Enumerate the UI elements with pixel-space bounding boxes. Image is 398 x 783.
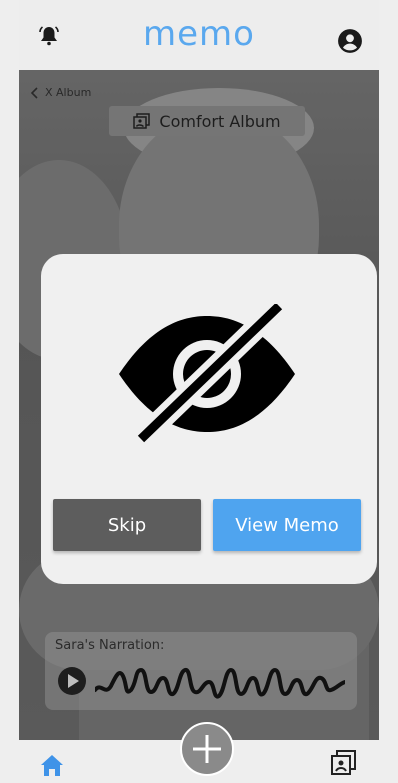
app-header: memo — [19, 0, 379, 70]
hidden-memo-dialog: Skip View Memo — [41, 254, 377, 584]
add-memo-button[interactable] — [180, 722, 234, 776]
albums-icon[interactable] — [329, 748, 359, 778]
play-icon[interactable] — [57, 666, 87, 696]
app-screen: memo X Album Comfort Album Skip View Mem… — [19, 0, 379, 783]
eye-slash-icon — [119, 304, 295, 444]
narration-panel: Sara's Narration: — [45, 632, 357, 710]
left-gutter — [0, 0, 19, 783]
right-gutter — [379, 0, 398, 783]
home-icon[interactable] — [39, 752, 65, 778]
view-memo-button[interactable]: View Memo — [213, 499, 361, 551]
skip-button[interactable]: Skip — [53, 499, 201, 551]
app-logo: memo — [143, 14, 255, 54]
plus-icon — [193, 735, 221, 763]
waveform-icon — [95, 668, 345, 699]
narration-label: Sara's Narration: — [55, 638, 165, 653]
user-account-icon[interactable] — [337, 28, 363, 54]
